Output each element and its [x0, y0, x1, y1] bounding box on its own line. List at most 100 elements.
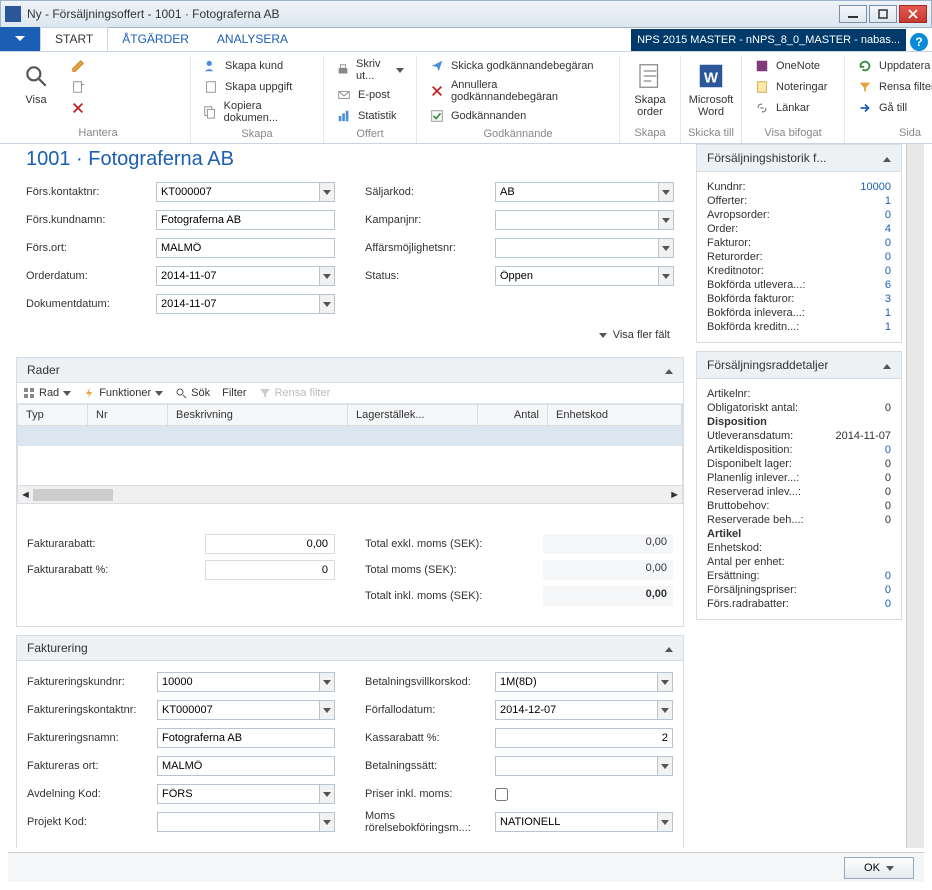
- dropdown-arrow-icon[interactable]: [658, 182, 674, 202]
- annullera-godkannande-button[interactable]: Annullera godkännandebegäran: [423, 77, 613, 105]
- filter-button[interactable]: Filter: [222, 387, 246, 399]
- historik-value-link[interactable]: 0: [885, 209, 891, 221]
- input-orderdatum[interactable]: [156, 266, 319, 286]
- scroll-left-icon[interactable]: ◄: [20, 489, 31, 501]
- dropdown-arrow-icon[interactable]: [319, 812, 335, 832]
- input-fakt-kundnr[interactable]: [157, 672, 319, 692]
- input-moms-rorelse[interactable]: [495, 812, 657, 832]
- dropdown-arrow-icon[interactable]: [658, 210, 674, 230]
- col-typ[interactable]: Typ: [18, 405, 88, 425]
- scroll-right-icon[interactable]: ►: [669, 489, 680, 501]
- historik-value-link[interactable]: 0: [885, 237, 891, 249]
- word-button[interactable]: W Microsoft Word: [687, 56, 735, 122]
- col-lagerstallek[interactable]: Lagerställek...: [348, 405, 478, 425]
- input-saljarkod[interactable]: [495, 182, 658, 202]
- skicka-godkannande-button[interactable]: Skicka godkännandebegäran: [423, 56, 613, 76]
- col-enhetskod[interactable]: Enhetskod: [548, 405, 682, 425]
- tab-analysera[interactable]: ANALYSERA: [203, 27, 302, 51]
- grid-selected-row[interactable]: [18, 426, 682, 446]
- forsaljningspriser-link[interactable]: 0: [885, 584, 891, 596]
- input-fors-ort[interactable]: [156, 238, 335, 258]
- input-fakt-ort[interactable]: [157, 756, 335, 776]
- historik-value-link[interactable]: 4: [885, 223, 891, 235]
- delete-button[interactable]: [64, 98, 184, 118]
- statistik-button[interactable]: Statistik: [330, 106, 410, 126]
- input-betvillkor[interactable]: [495, 672, 657, 692]
- input-fakturarabatt[interactable]: [205, 534, 335, 554]
- historik-fact-header[interactable]: Försäljningshistorik f...: [696, 144, 902, 172]
- col-nr[interactable]: Nr: [88, 405, 168, 425]
- historik-value-link[interactable]: 10000: [860, 181, 891, 193]
- onenote-button[interactable]: OneNote: [748, 56, 838, 76]
- visa-fler-falt-button[interactable]: Visa fler fält: [16, 321, 684, 349]
- input-status[interactable]: [495, 266, 658, 286]
- dropdown-arrow-icon[interactable]: [658, 238, 674, 258]
- new-button[interactable]: [64, 77, 184, 97]
- epost-button[interactable]: E-post: [330, 85, 410, 105]
- checkbox-priser-inkl[interactable]: [495, 788, 508, 801]
- input-dokumentdatum[interactable]: [156, 294, 319, 314]
- lankar-button[interactable]: Länkar: [748, 98, 838, 118]
- noteringar-button[interactable]: Noteringar: [748, 77, 838, 97]
- file-tab[interactable]: [0, 27, 40, 51]
- historik-value-link[interactable]: 0: [885, 251, 891, 263]
- scroll-thumb[interactable]: [33, 489, 113, 501]
- fakturering-section-header[interactable]: Fakturering: [16, 635, 684, 661]
- skapa-uppgift-button[interactable]: Skapa uppgift: [197, 77, 317, 97]
- ga-till-button[interactable]: Gå till: [851, 98, 932, 118]
- rensa-filter-rader-button[interactable]: Rensa filter: [259, 387, 331, 399]
- input-kassarabatt[interactable]: [495, 728, 673, 748]
- input-kampanjnr[interactable]: [495, 210, 658, 230]
- dropdown-arrow-icon[interactable]: [657, 672, 673, 692]
- rader-section-header[interactable]: Rader: [16, 357, 684, 383]
- rad-menu-button[interactable]: Rad: [23, 387, 71, 399]
- close-button[interactable]: [899, 5, 927, 23]
- dropdown-arrow-icon[interactable]: [319, 672, 335, 692]
- sok-button[interactable]: Sök: [175, 387, 210, 399]
- ok-button[interactable]: OK: [844, 857, 914, 879]
- dropdown-arrow-icon[interactable]: [319, 784, 335, 804]
- dropdown-arrow-icon[interactable]: [657, 812, 673, 832]
- breadcrumb[interactable]: NPS 2015 MASTER - nNPS_8_0_MASTER - naba…: [631, 29, 906, 51]
- dropdown-arrow-icon[interactable]: [319, 182, 335, 202]
- input-fakt-kontaktnr[interactable]: [157, 700, 319, 720]
- grid-horizontal-scrollbar[interactable]: ◄ ►: [17, 486, 683, 504]
- input-fors-kundnamn[interactable]: [156, 210, 335, 230]
- skriv-ut-button[interactable]: Skriv ut...: [330, 56, 410, 84]
- historik-value-link[interactable]: 3: [885, 293, 891, 305]
- tab-start[interactable]: START: [40, 27, 108, 51]
- input-avdelning[interactable]: [157, 784, 319, 804]
- vertical-scrollbar[interactable]: [906, 144, 924, 848]
- historik-value-link[interactable]: 0: [885, 265, 891, 277]
- col-antal[interactable]: Antal: [478, 405, 548, 425]
- minimize-button[interactable]: [839, 5, 867, 23]
- col-beskrivning[interactable]: Beskrivning: [168, 405, 348, 425]
- skapa-kund-button[interactable]: Skapa kund: [197, 56, 317, 76]
- fors-radrabatter-link[interactable]: 0: [885, 598, 891, 610]
- historik-value-link[interactable]: 1: [885, 195, 891, 207]
- dropdown-arrow-icon[interactable]: [657, 700, 673, 720]
- rensa-filter-button[interactable]: Rensa filter: [851, 77, 932, 97]
- funktioner-menu-button[interactable]: Funktioner: [83, 387, 163, 399]
- dropdown-arrow-icon[interactable]: [319, 266, 335, 286]
- dropdown-arrow-icon[interactable]: [658, 266, 674, 286]
- input-affarsmojlighet[interactable]: [495, 238, 658, 258]
- input-forfallo[interactable]: [495, 700, 657, 720]
- historik-value-link[interactable]: 6: [885, 279, 891, 291]
- dropdown-arrow-icon[interactable]: [319, 294, 335, 314]
- historik-value-link[interactable]: 1: [885, 307, 891, 319]
- artikeldisposition-link[interactable]: 0: [885, 444, 891, 456]
- uppdatera-button[interactable]: Uppdatera: [851, 56, 932, 76]
- visa-button[interactable]: Visa: [12, 56, 60, 110]
- input-fors-kontaktnr[interactable]: [156, 182, 319, 202]
- input-projekt[interactable]: [157, 812, 319, 832]
- help-icon[interactable]: ?: [910, 33, 928, 51]
- raddetaljer-fact-header[interactable]: Försäljningsraddetaljer: [696, 351, 902, 379]
- maximize-button[interactable]: [869, 5, 897, 23]
- godkannanden-button[interactable]: Godkännanden: [423, 106, 613, 126]
- input-fakt-namn[interactable]: [157, 728, 335, 748]
- kopiera-dokument-button[interactable]: Kopiera dokumen...: [197, 98, 317, 126]
- grid-body[interactable]: [17, 426, 683, 486]
- historik-value-link[interactable]: 1: [885, 321, 891, 333]
- edit-button[interactable]: [64, 56, 184, 76]
